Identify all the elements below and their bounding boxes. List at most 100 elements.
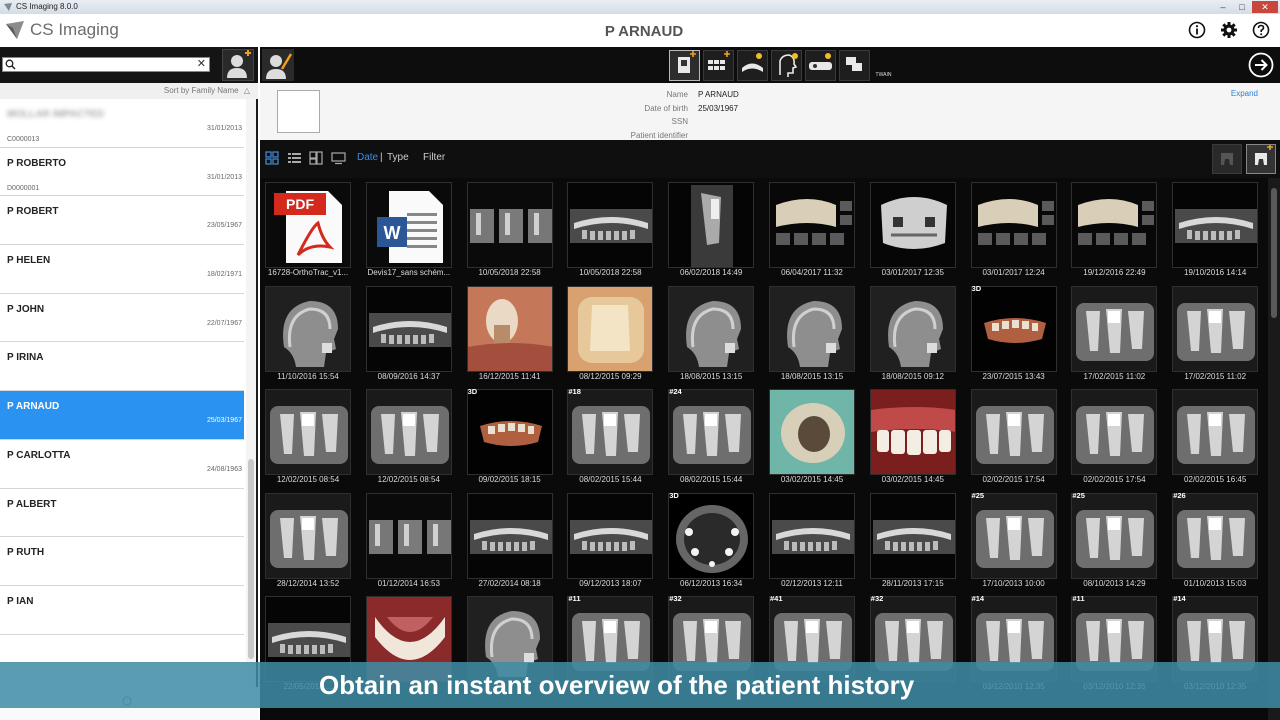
image-thumbnail[interactable]: #26 01/10/2013 15:03 xyxy=(1171,489,1259,588)
image-thumbnail[interactable]: 06/04/2017 11:32 xyxy=(768,178,856,277)
maximize-button[interactable]: □ xyxy=(1233,1,1251,13)
image-thumbnail[interactable]: 3D 09/02/2015 18:15 xyxy=(466,385,554,484)
thumbnail-image: W xyxy=(365,182,452,268)
add-patient-button[interactable] xyxy=(222,49,254,81)
patient-list-item[interactable]: MOLLAR IMPACTED 31/01/2013 C0000013 xyxy=(0,99,244,148)
image-thumbnail[interactable]: 02/02/2015 16:45 xyxy=(1171,385,1259,484)
thumbnail-image xyxy=(567,182,654,268)
image-thumbnail[interactable]: 08/12/2015 09:29 xyxy=(566,282,654,381)
image-thumbnail[interactable]: 3D 23/07/2015 13:43 xyxy=(970,282,1058,381)
edit-patient-button[interactable] xyxy=(262,49,294,81)
thumbnail-caption: 01/10/2013 15:03 xyxy=(1184,578,1247,588)
patient-list-item[interactable]: P IRINA xyxy=(0,342,244,392)
help-icon[interactable] xyxy=(1252,21,1270,39)
compare-view-icon[interactable] xyxy=(309,151,324,165)
image-thumbnail[interactable]: 28/12/2014 13:52 xyxy=(264,489,352,588)
image-thumbnail[interactable]: 11/10/2016 15:54 xyxy=(264,282,352,381)
image-thumbnail[interactable]: PDF 16728-OrthoTrac_v1... xyxy=(264,178,352,277)
thumbnail-tag: #25 xyxy=(971,490,985,500)
image-thumbnail[interactable]: 17/02/2015 11:02 xyxy=(1171,282,1259,381)
image-thumbnail[interactable]: 27/02/2014 08:18 xyxy=(466,489,554,588)
image-thumbnail[interactable]: 3D 06/12/2013 16:34 xyxy=(667,489,755,588)
image-thumbnail[interactable]: 18/08/2015 13:15 xyxy=(667,282,755,381)
search-input[interactable] xyxy=(17,58,187,71)
patient-list-item[interactable]: P IAN xyxy=(0,585,244,635)
scrollbar-thumb[interactable] xyxy=(248,459,254,659)
image-thumbnail[interactable]: 08/09/2016 14:37 xyxy=(365,282,453,381)
patient-list-item[interactable]: P RUTH xyxy=(0,537,244,586)
patient-list-item[interactable]: P HELEN 18/02/1971 xyxy=(0,245,244,294)
image-thumbnail[interactable]: 10/05/2018 22:58 xyxy=(466,178,554,277)
minimize-button[interactable]: – xyxy=(1214,1,1232,13)
patient-photo[interactable] xyxy=(277,90,320,133)
image-thumbnail[interactable]: #18 08/02/2015 15:44 xyxy=(566,385,654,484)
image-thumbnail[interactable]: 06/02/2018 14:49 xyxy=(667,178,755,277)
image-thumbnail[interactable]: 12/02/2015 08:54 xyxy=(264,385,352,484)
list-view-icon[interactable] xyxy=(287,151,302,165)
image-thumbnail[interactable]: 28/11/2013 17:15 xyxy=(869,489,957,588)
gear-icon[interactable] xyxy=(1220,21,1238,39)
image-thumbnail[interactable]: 19/12/2016 22:49 xyxy=(1070,178,1158,277)
image-thumbnail[interactable]: #24 08/02/2015 15:44 xyxy=(667,385,755,484)
patient-list-item[interactable]: P ROBERTO 31/01/2013 D0000001 xyxy=(0,147,244,197)
sort-selector[interactable]: Sort by Family Name △ xyxy=(0,83,258,99)
image-thumbnail[interactable]: 02/12/2013 12:11 xyxy=(768,489,856,588)
patient-name: P IAN xyxy=(7,595,34,607)
image-thumbnail[interactable]: 02/02/2015 17:54 xyxy=(1070,385,1158,484)
image-thumbnail[interactable]: 03/01/2017 12:35 xyxy=(869,178,957,277)
show-images-button[interactable] xyxy=(1246,144,1276,174)
patient-list-item[interactable]: P ARNAUD 25/03/1967 xyxy=(0,391,244,440)
image-thumbnail[interactable]: 19/10/2016 14:14 xyxy=(1171,178,1259,277)
patient-list-item[interactable]: P ROBERT 23/05/1967 xyxy=(0,196,244,246)
filter-button[interactable]: Filter xyxy=(423,152,445,163)
search-icon xyxy=(5,59,16,70)
image-thumbnail[interactable]: 03/02/2015 14:45 xyxy=(869,385,957,484)
thumbnail-image xyxy=(1071,389,1158,475)
intraoral-camera-tool[interactable] xyxy=(805,50,836,81)
image-thumbnail[interactable]: 02/02/2015 17:54 xyxy=(970,385,1058,484)
thumbnail-caption: 16728-OrthoTrac_v1... xyxy=(267,268,349,277)
image-thumbnail[interactable]: 10/05/2018 22:58 xyxy=(566,178,654,277)
next-button[interactable] xyxy=(1248,52,1274,78)
fmx-template-tool[interactable] xyxy=(703,50,734,81)
image-thumbnail[interactable]: 18/08/2015 09:12 xyxy=(869,282,957,381)
sort-date-link[interactable]: Date xyxy=(357,152,378,163)
sort-separator: | xyxy=(380,152,383,163)
svg-text:W: W xyxy=(383,223,400,243)
thumbnail-image xyxy=(769,492,855,579)
thumbnail-tag: 3D xyxy=(467,387,478,396)
image-thumbnail[interactable]: 16/12/2015 11:41 xyxy=(466,282,554,381)
thumbnail-tag: 3D xyxy=(669,490,679,500)
info-icon[interactable] xyxy=(1188,21,1206,39)
sort-type-link[interactable]: Type xyxy=(387,152,409,163)
panoramic-tool[interactable] xyxy=(737,50,768,81)
patient-list-scrollbar[interactable] xyxy=(246,99,256,699)
hide-images-button[interactable] xyxy=(1212,144,1242,174)
patient-list-item[interactable]: P CARLOTTA 24/08/1963 xyxy=(0,439,244,489)
image-thumbnail[interactable]: 17/02/2015 11:02 xyxy=(1070,282,1158,381)
cephalometric-tool[interactable] xyxy=(771,50,802,81)
image-thumbnail[interactable]: 09/12/2013 18:07 xyxy=(566,489,654,588)
image-grid-scrollbar[interactable] xyxy=(1268,178,1280,720)
image-thumbnail[interactable]: W Devis17_sans schém... xyxy=(365,178,453,277)
thumbnail-caption: 09/12/2013 18:07 xyxy=(579,578,642,588)
image-thumbnail[interactable]: 03/01/2017 12:24 xyxy=(970,178,1058,277)
close-button[interactable]: ✕ xyxy=(1252,1,1278,13)
patient-list-item[interactable]: P JOHN 22/07/1967 xyxy=(0,293,244,343)
image-thumbnail[interactable]: 01/12/2014 16:53 xyxy=(365,489,453,588)
clear-search-icon[interactable]: ✕ xyxy=(197,58,206,71)
expand-link[interactable]: Expand xyxy=(1231,89,1258,98)
twain-tool[interactable]: TWAIN xyxy=(839,50,891,81)
patient-list-item[interactable]: P ALBERT xyxy=(0,488,244,538)
grid-view-icon[interactable] xyxy=(265,151,280,165)
image-thumbnail[interactable]: 18/08/2015 13:15 xyxy=(768,282,856,381)
slideshow-view-icon[interactable] xyxy=(331,151,346,165)
image-thumbnail[interactable]: 03/02/2015 14:45 xyxy=(768,385,856,484)
image-thumbnail[interactable]: #25 17/10/2013 10:00 xyxy=(970,489,1058,588)
image-thumbnail[interactable]: #25 08/10/2013 14:29 xyxy=(1070,489,1158,588)
patient-name: P HELEN xyxy=(7,255,51,267)
thumbnail-caption: 19/10/2016 14:14 xyxy=(1184,268,1247,277)
scrollbar-thumb[interactable] xyxy=(1271,188,1277,318)
image-thumbnail[interactable]: 12/02/2015 08:54 xyxy=(365,385,453,484)
intraoral-xray-tool[interactable] xyxy=(669,50,700,81)
